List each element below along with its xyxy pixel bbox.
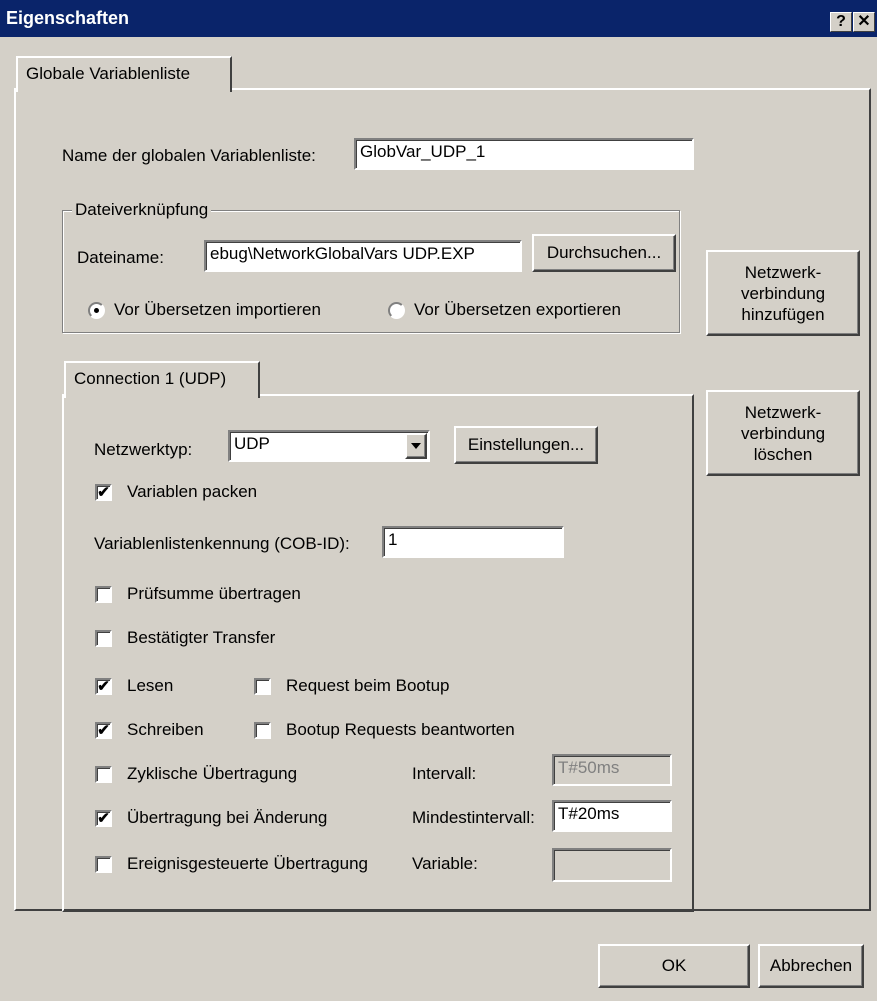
confirmed-transfer-checkbox[interactable]: [95, 630, 112, 647]
answer-bootup-checkbox[interactable]: [254, 722, 271, 739]
cob-id-label: Variablenlistenkennung (COB-ID):: [94, 534, 350, 553]
add-button-line-2: verbindung: [740, 284, 826, 303]
checksum-checkbox[interactable]: [95, 586, 112, 603]
tab-label: Connection 1 (UDP): [74, 369, 227, 388]
cyclic-transfer-label: Zyklische Übertragung: [127, 764, 298, 783]
radio-selected-dot: [94, 308, 99, 313]
interval-label: Intervall:: [412, 764, 477, 783]
write-label: Schreiben: [127, 720, 204, 739]
min-interval-label: Mindestintervall:: [412, 808, 535, 827]
help-button[interactable]: ?: [830, 12, 852, 32]
import-radio-label: Vor Übersetzen importieren: [114, 300, 321, 319]
request-bootup-label: Request beim Bootup: [286, 676, 450, 695]
tab-global-variable-list[interactable]: Globale Variablenliste: [16, 56, 232, 92]
file-link-group-label: Dateiverknüpfung: [72, 200, 212, 220]
event-transfer-checkbox[interactable]: [95, 856, 112, 873]
browse-button[interactable]: Durchsuchen...: [532, 234, 676, 272]
pack-variables-checkbox[interactable]: ✔: [95, 484, 112, 501]
event-transfer-label: Ereignisgesteuerte Übertragung: [127, 854, 368, 873]
ok-button[interactable]: OK: [598, 944, 750, 988]
window-title: Eigenschaften: [6, 8, 130, 28]
title-bar: Eigenschaften ? ✕: [0, 0, 877, 37]
tab-label: Globale Variablenliste: [26, 64, 191, 83]
delete-button-line-2: verbindung: [740, 424, 826, 443]
checksum-label: Prüfsumme übertragen: [127, 584, 301, 603]
interval-input[interactable]: T#50ms: [552, 754, 672, 786]
add-button-line-1: Netzwerk-: [744, 263, 822, 282]
tab-panel-connection: [62, 394, 694, 912]
variable-input[interactable]: [552, 848, 672, 882]
min-interval-input[interactable]: T#20ms: [552, 800, 672, 832]
list-name-label: Name der globalen Variablenliste:: [62, 146, 316, 165]
write-checkbox[interactable]: ✔: [95, 722, 112, 739]
delete-button-line-3: löschen: [753, 445, 813, 464]
read-label: Lesen: [127, 676, 174, 695]
network-type-value: UDP: [234, 434, 270, 453]
request-bootup-checkbox[interactable]: [254, 678, 271, 695]
add-button-line-3: hinzufügen: [741, 305, 825, 324]
export-radio[interactable]: [388, 302, 405, 319]
tab-connection-1[interactable]: Connection 1 (UDP): [64, 361, 260, 398]
settings-button[interactable]: Einstellungen...: [454, 426, 598, 464]
network-type-label: Netzwerktyp:: [94, 440, 193, 459]
network-type-select[interactable]: UDP: [228, 430, 430, 462]
import-radio[interactable]: [88, 302, 105, 319]
pack-variables-label: Variablen packen: [127, 482, 258, 501]
delete-network-connection-button[interactable]: Netzwerk- verbindung löschen: [706, 390, 860, 476]
variable-label: Variable:: [412, 854, 478, 873]
cyclic-transfer-checkbox[interactable]: [95, 766, 112, 783]
chevron-down-icon[interactable]: [405, 433, 427, 459]
on-change-label: Übertragung bei Änderung: [127, 808, 328, 827]
list-name-input[interactable]: GlobVar_UDP_1: [354, 138, 694, 170]
cob-id-input[interactable]: 1: [382, 526, 564, 558]
confirmed-transfer-label: Bestätigter Transfer: [127, 628, 276, 647]
read-checkbox[interactable]: ✔: [95, 678, 112, 695]
filename-label: Dateiname:: [77, 248, 164, 267]
filename-input[interactable]: ebug\NetworkGlobalVars UDP.EXP: [204, 240, 522, 272]
on-change-checkbox[interactable]: ✔: [95, 810, 112, 827]
delete-button-line-1: Netzwerk-: [744, 403, 822, 422]
export-radio-label: Vor Übersetzen exportieren: [414, 300, 621, 319]
add-network-connection-button[interactable]: Netzwerk- verbindung hinzufügen: [706, 250, 860, 336]
close-button[interactable]: ✕: [853, 12, 875, 32]
cancel-button[interactable]: Abbrechen: [758, 944, 864, 988]
answer-bootup-label: Bootup Requests beantworten: [286, 720, 515, 739]
